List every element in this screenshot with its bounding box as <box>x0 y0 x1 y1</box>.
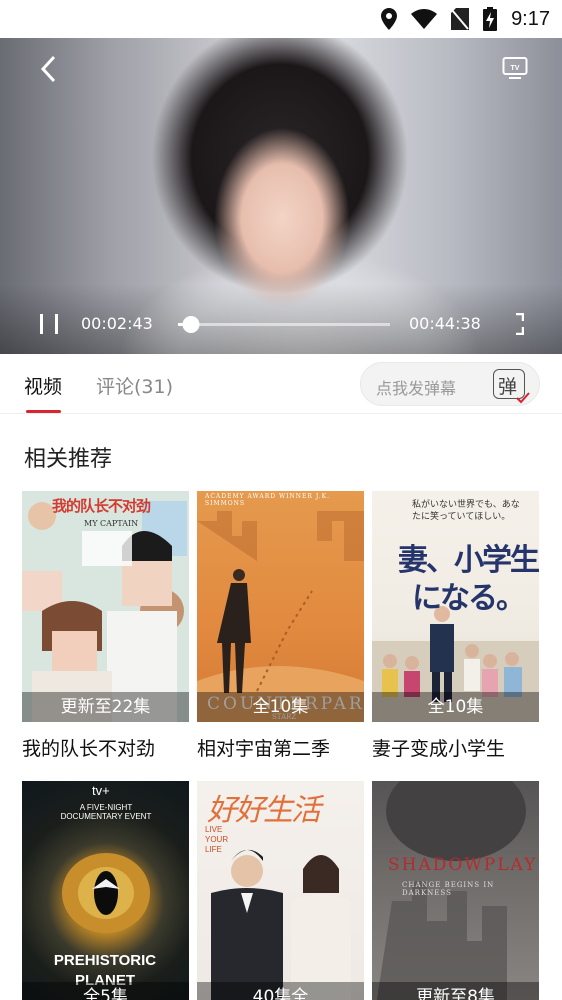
card-title: 相对宇宙第二季 <box>197 738 331 760</box>
recommendation-card[interactable]: 私がいない世界でも、あなたに笑っていてほしい。 妻、小学生 になる。 全10集 … <box>372 491 539 761</box>
card-title: 妻子变成小学生 <box>372 738 506 760</box>
pause-button[interactable] <box>40 314 58 334</box>
episode-badge: 全10集 <box>372 692 539 722</box>
seek-bar[interactable] <box>178 316 390 333</box>
poster-text: tv+ <box>92 783 110 798</box>
tab-video[interactable]: 视频 <box>24 372 62 399</box>
location-icon <box>381 8 398 30</box>
poster-text: CHANGE BEGINS IN DARKNESS <box>402 881 495 897</box>
poster-text: になる。 <box>412 581 526 616</box>
episode-badge: 40集全 <box>197 982 364 1000</box>
poster-image: 好好生活 LIVE YOUR LIFE 40集全 <box>197 781 364 1000</box>
check-icon <box>516 392 530 404</box>
danmaku-button-label: 弹 <box>498 376 518 398</box>
danmaku-input[interactable]: 点我发弹幕 弹 <box>360 362 540 406</box>
player-controls: 00:02:43 00:44:38 <box>0 308 562 338</box>
seek-handle[interactable] <box>182 316 200 333</box>
total-time: 00:44:38 <box>409 314 481 333</box>
tab-bar: 视频 评论(31) 点我发弹幕 弹 <box>0 354 562 414</box>
poster-image: 我的队长不对劲 MY CAPTAIN 更新至22集 <box>22 491 189 722</box>
episode-badge: 全5集 <box>22 982 189 1000</box>
active-tab-indicator <box>26 410 61 413</box>
poster-image: tv+ A FIVE-NIGHT DOCUMENTARY EVENT PREHI… <box>22 781 189 1000</box>
recommendation-card[interactable]: ACADEMY AWARD WINNER J.K. SIMMONS COUNTE… <box>197 491 364 761</box>
status-bar: 9:17 <box>0 0 562 38</box>
current-time: 00:02:43 <box>81 314 153 333</box>
wifi-icon <box>411 9 438 29</box>
back-arrow-icon[interactable] <box>34 54 64 84</box>
poster-text: ACADEMY AWARD WINNER J.K. SIMMONS <box>205 493 331 507</box>
svg-text:TV: TV <box>511 65 520 72</box>
tv-cast-icon[interactable]: TV <box>502 56 528 80</box>
episode-badge: 全10集 <box>197 692 364 722</box>
recommendation-card[interactable]: 好好生活 LIVE YOUR LIFE 40集全 <box>197 781 364 1000</box>
danmaku-placeholder: 点我发弹幕 <box>376 379 457 398</box>
poster-image: SHADOWPLAY CHANGE BEGINS IN DARKNESS 更新至… <box>372 781 539 1000</box>
clock: 9:17 <box>511 7 550 30</box>
section-title: 相关推荐 <box>24 447 113 472</box>
poster-text: 我的队长不对劲 <box>52 497 151 515</box>
episode-badge: 更新至8集 <box>372 982 539 1000</box>
card-title: 我的队长不对劲 <box>22 738 156 760</box>
poster-text: LIVE YOUR LIFE <box>205 825 229 854</box>
danmaku-toggle-button[interactable]: 弹 <box>493 369 530 404</box>
tab-comments[interactable]: 评论(31) <box>96 372 173 399</box>
episode-badge: 更新至22集 <box>22 692 189 722</box>
recommendation-card[interactable]: tv+ A FIVE-NIGHT DOCUMENTARY EVENT PREHI… <box>22 781 189 1000</box>
poster-image: ACADEMY AWARD WINNER J.K. SIMMONS COUNTE… <box>197 491 364 722</box>
poster-text: A FIVE-NIGHT DOCUMENTARY EVENT <box>60 803 152 821</box>
poster-text: MY CAPTAIN <box>84 519 139 528</box>
video-player[interactable]: TV 00:02:43 00:44:38 <box>0 38 562 354</box>
recommendation-card[interactable]: 我的队长不对劲 MY CAPTAIN 更新至22集 我的队长不对劲 <box>22 491 189 761</box>
battery-charging-icon <box>483 7 498 31</box>
poster-text: SHADOWPLAY <box>388 855 538 875</box>
no-sim-icon <box>451 8 470 30</box>
poster-text: 好好生活 <box>207 793 321 828</box>
fullscreen-icon[interactable] <box>502 313 524 335</box>
poster-text: 私がいない世界でも、あなたに笑っていてほしい。 <box>412 500 520 522</box>
poster-image: 私がいない世界でも、あなたに笑っていてほしい。 妻、小学生 になる。 全10集 <box>372 491 539 722</box>
recommendation-card[interactable]: SHADOWPLAY CHANGE BEGINS IN DARKNESS 更新至… <box>372 781 539 1000</box>
